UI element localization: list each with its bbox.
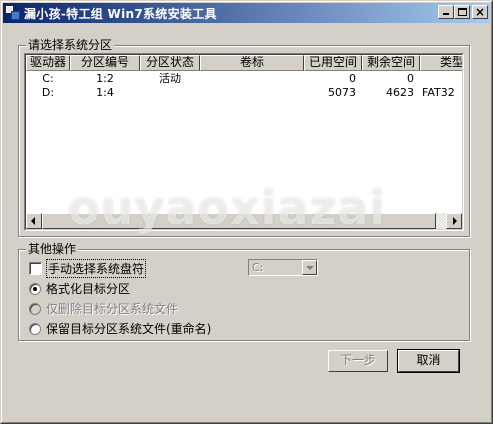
horizontal-scrollbar[interactable] (26, 213, 462, 229)
main-window: 漏小孩-特工组 Win7系统安装工具 × 请选择系统分区 驱动器 分区编号 分区… (0, 0, 493, 424)
drive-letter-value: C: (252, 261, 264, 274)
scroll-left-button[interactable] (26, 213, 42, 229)
scroll-right-button[interactable] (446, 213, 462, 229)
partition-list[interactable]: 驱动器 分区编号 分区状态 卷标 已用空间 剩余空间 类型 C: 1:2 活动 … (24, 53, 464, 231)
cell-used: 0 (349, 72, 356, 85)
column-label[interactable]: 卷标 (200, 55, 304, 71)
next-button: 下一步 (328, 350, 388, 372)
partition-row[interactable]: C: 1:2 活动 0 0 (26, 72, 462, 85)
radio-format-row[interactable]: 格式化目标分区 (29, 280, 130, 297)
radio-format-label: 格式化目标分区 (46, 282, 131, 296)
partition-list-header: 驱动器 分区编号 分区状态 卷标 已用空间 剩余空间 类型 (26, 55, 462, 71)
cell-label (200, 86, 304, 99)
cell-status (140, 86, 200, 99)
maximize-button[interactable] (454, 5, 470, 19)
cell-status: 活动 (159, 72, 181, 85)
column-drive[interactable]: 驱动器 (26, 55, 70, 71)
radio-format[interactable] (29, 282, 41, 295)
close-button[interactable]: × (472, 5, 488, 19)
combo-dropdown-button (302, 260, 317, 275)
column-number[interactable]: 分区编号 (70, 55, 140, 71)
partition-group-label: 请选择系统分区 (26, 38, 115, 52)
radio-keep-label: 保留目标分区系统文件(重命名) (46, 322, 212, 336)
manual-select-label: 手动选择系统盘符 (46, 259, 147, 278)
chevron-down-icon (306, 266, 314, 270)
manual-select-checkbox-row[interactable]: 手动选择系统盘符 (29, 259, 147, 278)
app-icon (5, 5, 21, 21)
options-group-label: 其他操作 (26, 242, 79, 256)
title-bar[interactable]: 漏小孩-特工组 Win7系统安装工具 × (3, 3, 490, 23)
arrow-right-icon (453, 217, 457, 225)
title-bar-buttons: × (438, 5, 488, 19)
window-title: 漏小孩-特工组 Win7系统安装工具 (24, 6, 217, 21)
cell-number: 1:4 (96, 86, 114, 99)
radio-keep[interactable] (29, 322, 41, 335)
cell-free: 0 (407, 72, 414, 85)
cell-drive: C: (42, 72, 54, 85)
scroll-thumb[interactable] (42, 213, 436, 229)
arrow-left-icon (31, 217, 35, 225)
partition-row[interactable]: D: 1:4 5073 4623 FAT32 (26, 86, 462, 99)
cell-type: FAT32 (422, 86, 455, 99)
scroll-track[interactable] (42, 213, 446, 229)
close-icon: × (474, 5, 486, 19)
cell-used: 5073 (328, 86, 356, 99)
minimize-button[interactable] (438, 5, 454, 19)
radio-delete-only (29, 302, 41, 315)
radio-keep-row[interactable]: 保留目标分区系统文件(重命名) (29, 320, 211, 337)
radio-delete-only-row: 仅删除目标分区系统文件 (29, 300, 178, 317)
cell-number: 1:2 (96, 72, 114, 85)
cancel-button[interactable]: 取消 (397, 349, 460, 373)
column-used[interactable]: 已用空间 (304, 55, 362, 71)
manual-select-checkbox[interactable] (29, 262, 42, 275)
cell-type (420, 72, 462, 85)
radio-delete-only-label: 仅删除目标分区系统文件 (46, 302, 179, 316)
maximize-icon (458, 8, 467, 16)
drive-letter-combo: C: (248, 259, 318, 276)
column-free[interactable]: 剩余空间 (362, 55, 420, 71)
column-type[interactable]: 类型 (420, 55, 462, 71)
cell-drive: D: (41, 86, 55, 99)
cell-label (200, 72, 304, 85)
cell-free: 4623 (386, 86, 414, 99)
minimize-icon (443, 13, 449, 15)
column-status[interactable]: 分区状态 (140, 55, 200, 71)
partition-groupbox: 请选择系统分区 驱动器 分区编号 分区状态 卷标 已用空间 剩余空间 类型 C:… (18, 38, 470, 237)
